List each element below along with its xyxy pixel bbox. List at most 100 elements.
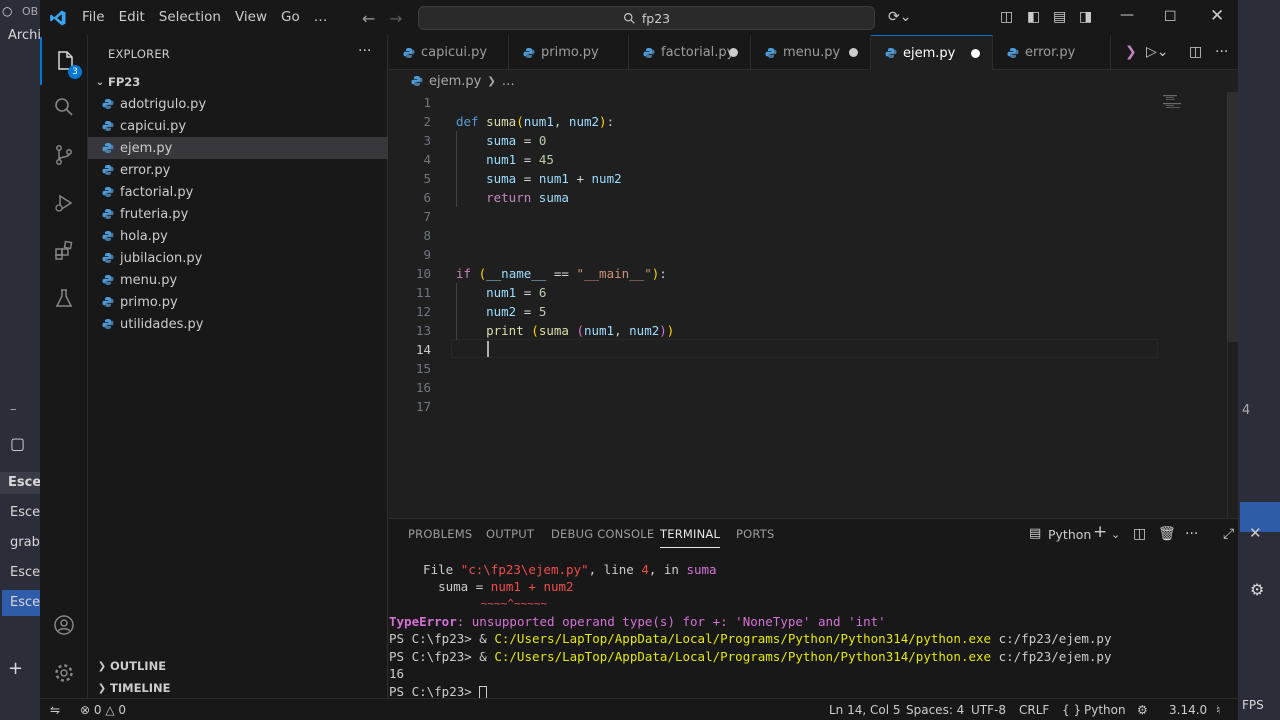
problems-status[interactable]: ⊗ 0 △ 0: [80, 703, 126, 717]
obs-scene-item-selected[interactable]: Escen: [2, 590, 48, 616]
search-view-icon[interactable]: [40, 83, 88, 131]
panel-tab[interactable]: PORTS: [736, 527, 774, 541]
end-of-line[interactable]: CRLF: [1019, 703, 1049, 717]
copilot-status-icon[interactable]: ⚙: [1137, 703, 1148, 717]
new-terminal-icon[interactable]: +: [1093, 522, 1107, 542]
toggle-panel-icon[interactable]: ▤: [1053, 9, 1066, 25]
editor-tab[interactable]: capicui.py: [389, 35, 509, 70]
run-python-icon[interactable]: ▷⌄: [1146, 44, 1169, 60]
chevron-down-icon[interactable]: ⌄: [1111, 528, 1120, 541]
close-panel-icon[interactable]: ✕: [1249, 524, 1262, 542]
file-item[interactable]: utilidades.py: [88, 313, 388, 335]
panel-tab[interactable]: TERMINAL: [660, 527, 721, 548]
terminal-shell-label[interactable]: Python: [1048, 527, 1091, 542]
obs-scene-item[interactable]: Escen: [10, 565, 42, 580]
indentation[interactable]: Spaces: 4: [906, 703, 964, 717]
file-item[interactable]: fruteria.py: [88, 203, 388, 225]
command-center-search[interactable]: fp23: [418, 6, 875, 30]
explorer-badge: 3: [68, 65, 82, 79]
obs-window-icon[interactable]: ▢: [10, 434, 25, 453]
forward-arrow-icon[interactable]: →: [389, 9, 402, 28]
maximize-panel-icon[interactable]: ⤢: [1223, 526, 1234, 542]
editor-scrollbar-thumb[interactable]: [1227, 92, 1238, 342]
cursor-position[interactable]: Ln 14, Col 5: [829, 703, 901, 717]
unsaved-dot-icon[interactable]: [971, 49, 980, 58]
terminal-shell-icon[interactable]: ▤: [1029, 526, 1041, 541]
breadcrumb-file[interactable]: ejem.py: [429, 74, 481, 89]
editor-tab[interactable]: menu.py: [751, 35, 871, 70]
encoding[interactable]: UTF-8: [971, 703, 1006, 717]
panel-more-icon[interactable]: ···: [1185, 526, 1198, 542]
remote-icon[interactable]: ⇋: [50, 703, 60, 717]
file-item[interactable]: factorial.py: [88, 181, 388, 203]
file-item[interactable]: jubilacion.py: [88, 247, 388, 269]
breadcrumb-more[interactable]: …: [502, 74, 515, 89]
testing-flask-icon[interactable]: [40, 275, 88, 323]
close-window-icon[interactable]: ✕: [1210, 6, 1224, 26]
menu-view[interactable]: View: [228, 0, 274, 35]
outline-section[interactable]: ❯ OUTLINE: [88, 655, 388, 677]
sidebar-more-icon[interactable]: ···: [358, 43, 371, 59]
file-item[interactable]: hola.py: [88, 225, 388, 247]
layout-customize-icon[interactable]: ◫: [1000, 9, 1013, 25]
obs-gear-icon[interactable]: ⚙: [1250, 580, 1264, 599]
file-item[interactable]: capicui.py: [88, 115, 388, 137]
unsaved-dot-icon[interactable]: [849, 48, 858, 57]
editor-tab[interactable]: primo.py: [509, 35, 629, 70]
file-item[interactable]: menu.py: [88, 269, 388, 291]
file-item[interactable]: ejem.py: [88, 137, 388, 159]
error-count: 0: [93, 703, 102, 717]
extensions-icon[interactable]: [40, 227, 88, 275]
back-arrow-icon[interactable]: ←: [362, 9, 375, 28]
tab-label: error.py: [1025, 45, 1076, 60]
explorer-icon[interactable]: 3: [40, 37, 88, 85]
editor-tab[interactable]: ejem.py: [871, 35, 993, 70]
trash-icon[interactable]: 🗑: [1158, 526, 1176, 542]
minimize-icon[interactable]: —: [1120, 7, 1134, 23]
timeline-section[interactable]: ❯ TIMELINE: [88, 677, 388, 699]
notifications-bell-icon[interactable]: ♮: [1216, 703, 1220, 717]
text-cursor: [487, 341, 489, 357]
editor-tab[interactable]: factorial.py: [629, 35, 751, 70]
language-mode[interactable]: Python: [1084, 703, 1126, 717]
folder-root[interactable]: ⌄ FP23: [88, 71, 388, 93]
obs-add-icon[interactable]: +: [8, 658, 23, 679]
menu-go[interactable]: Go: [274, 0, 307, 35]
file-label: error.py: [120, 162, 171, 178]
unsaved-dot-icon[interactable]: [729, 48, 738, 57]
maximize-icon[interactable]: ☐: [1164, 9, 1177, 25]
split-editor-icon[interactable]: ◫: [1189, 44, 1202, 60]
copilot-icon[interactable]: ⟳⌄: [888, 9, 911, 25]
panel-tab[interactable]: PROBLEMS: [408, 527, 472, 541]
file-item[interactable]: adotrigulo.py: [88, 93, 388, 115]
menu-edit[interactable]: Edit: [112, 0, 152, 35]
obs-minus-icon[interactable]: –: [10, 402, 17, 417]
obs-scene-item[interactable]: Escen: [10, 505, 42, 520]
file-item[interactable]: primo.py: [88, 291, 388, 313]
editor-more-icon[interactable]: ···: [1215, 44, 1228, 60]
toggle-sidebar-icon[interactable]: ◧: [1027, 9, 1040, 25]
manage-gear-icon[interactable]: [40, 649, 88, 697]
code-editor[interactable]: 1 2 3 4 5 6 7 8 9 10 11 12 13 14 15 16 17 def suma(num1,…: [389, 92, 1238, 518]
split-terminal-icon[interactable]: ◫: [1133, 526, 1146, 542]
python-version[interactable]: 3.14.0: [1169, 703, 1207, 717]
python-file-icon: [521, 45, 537, 61]
menu-more[interactable]: …: [307, 0, 335, 35]
menu-file[interactable]: File: [75, 0, 112, 35]
file-label: capicui.py: [120, 118, 187, 134]
file-item[interactable]: error.py: [88, 159, 388, 181]
editor-tab[interactable]: error.py: [993, 35, 1111, 70]
toggle-secondary-sidebar-icon[interactable]: ◨: [1079, 9, 1092, 25]
obs-scene-item[interactable]: graba: [10, 535, 42, 550]
source-control-icon[interactable]: [40, 131, 88, 179]
panel-tab[interactable]: DEBUG CONSOLE: [551, 527, 654, 541]
obs-archive-menu[interactable]: Archiv: [8, 28, 42, 43]
tabs-overflow-icon[interactable]: ❯: [1125, 44, 1137, 60]
language-braces-icon[interactable]: { }: [1062, 703, 1081, 717]
minimap[interactable]: [1163, 94, 1185, 110]
run-debug-icon[interactable]: [40, 179, 88, 227]
code-line: suma = num1 + num2: [486, 171, 622, 186]
menu-selection[interactable]: Selection: [152, 0, 228, 35]
panel-tab[interactable]: OUTPUT: [486, 527, 534, 541]
account-icon[interactable]: [40, 601, 88, 649]
